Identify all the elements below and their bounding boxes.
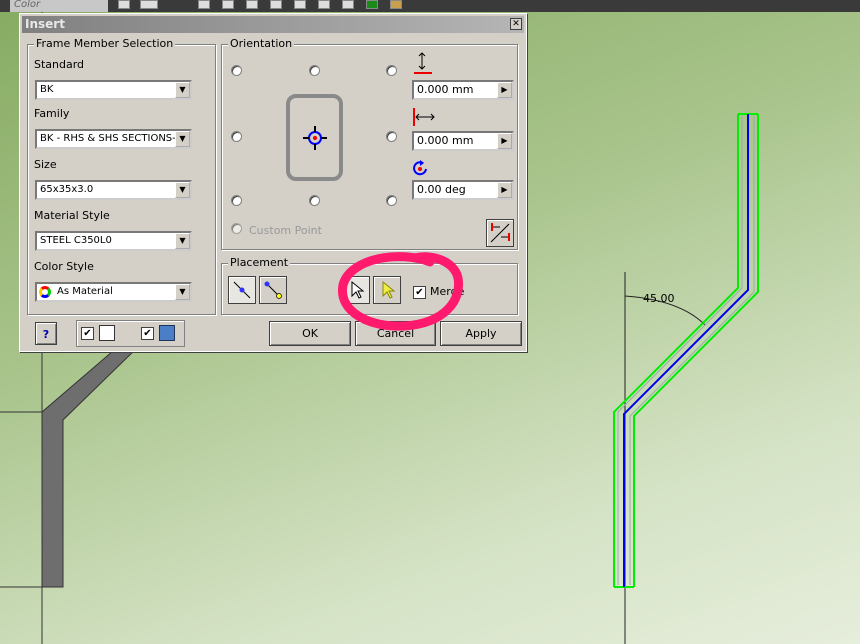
custom-point-radio[interactable] [231,223,242,234]
dialog-title-bar[interactable]: Insert ✕ [22,16,524,33]
arrow-right-icon[interactable]: ▶ [497,133,512,149]
point-radio-top-center[interactable] [309,65,320,76]
chevron-down-icon[interactable]: ▼ [175,182,190,198]
family-value: BK - RHS & SHS SECTIONS-S [40,133,183,144]
horizontal-offset-icon [413,108,435,126]
size-select[interactable]: 65x35x3.0 ▼ [35,180,192,200]
option-checkbox-1[interactable]: ✔ [81,327,94,340]
color-style-select[interactable]: As Material ▼ [35,282,192,302]
vertical-offset-input[interactable]: 0.000 mm ▶ [412,80,514,100]
material-label: Material Style [34,209,110,222]
group-label: Placement [228,256,291,269]
apply-button[interactable]: Apply [440,321,522,346]
chevron-down-icon[interactable]: ▼ [175,233,190,249]
color-style-label: Color Style [34,260,94,273]
standard-label: Standard [34,58,85,71]
orientation-group: Orientation Custom Point 0.000 mm ▶ 0.000… [221,37,518,250]
insert-dialog: Insert ✕ Frame Member Selection Standard … [19,13,527,352]
frame-member-selection-group: Frame Member Selection Standard BK ▼ Fami… [27,37,216,315]
point-radio-bottom-left[interactable] [231,195,242,206]
vertical-offset-value: 0.000 mm [417,83,474,96]
point-radio-middle-left[interactable] [231,131,242,142]
size-label: Size [34,158,57,171]
material-value: STEEL C350L0 [40,235,112,246]
close-button[interactable]: ✕ [510,18,522,30]
help-icon: ? [42,328,50,341]
frame-member-preview [613,113,759,588]
standard-value: BK [40,84,54,95]
chevron-down-icon[interactable]: ▼ [175,131,190,147]
line-placement-icon [233,281,251,299]
standard-select[interactable]: BK ▼ [35,80,192,100]
chevron-down-icon[interactable]: ▼ [175,284,190,300]
ok-button[interactable]: OK [269,321,351,346]
cursor-yellow-icon [382,280,396,299]
cancel-button[interactable]: Cancel [355,321,436,346]
placement-line-button[interactable] [228,276,256,304]
point-placement-icon [264,281,282,299]
point-radio-bottom-right[interactable] [386,195,397,206]
point-radio-middle-right[interactable] [386,131,397,142]
size-value: 65x35x3.0 [40,184,94,195]
properties-icon [99,325,115,341]
angle-dimension-text: 45.00 [643,292,675,305]
color-wheel-icon [39,286,51,298]
material-select[interactable]: STEEL C350L0 ▼ [35,231,192,251]
arrow-right-icon[interactable]: ▶ [497,182,512,198]
frame-member-gray [41,344,142,588]
cursor-icon [351,280,365,299]
option-checkbox-2[interactable]: ✔ [141,327,154,340]
rotate-icon [413,160,427,176]
select-button[interactable] [342,276,370,304]
horizontal-offset-value: 0.000 mm [417,134,474,147]
merge-label: Merge [430,285,465,298]
options-group: ✔ ✔ [76,320,185,347]
family-select[interactable]: BK - RHS & SHS SECTIONS-S ▼ [35,129,192,149]
point-radio-top-right[interactable] [386,65,397,76]
center-point-icon[interactable] [302,125,328,151]
chevron-down-icon[interactable]: ▼ [175,82,190,98]
help-button[interactable]: ? [35,322,57,345]
mirror-icon [490,223,510,243]
merge-checkbox[interactable]: ✔ [413,286,426,299]
dialog-title: Insert [25,17,65,31]
group-label: Orientation [228,37,295,50]
group-label: Frame Member Selection [34,37,176,50]
mirror-button[interactable] [486,219,514,247]
rotation-value: 0.00 deg [417,183,466,196]
point-radio-top-left[interactable] [231,65,242,76]
family-label: Family [34,107,70,120]
arrow-right-icon[interactable]: ▶ [497,82,512,98]
placement-points-button[interactable] [259,276,287,304]
frame-generator-icon [159,325,175,341]
point-radio-bottom-center[interactable] [309,195,320,206]
select-yellow-button[interactable] [373,276,401,304]
custom-point-label: Custom Point [249,224,322,237]
vertical-offset-icon [414,52,432,74]
rotation-input[interactable]: 0.00 deg ▶ [412,180,514,200]
placement-group: Placement ✔ Merge [221,256,518,315]
horizontal-offset-input[interactable]: 0.000 mm ▶ [412,131,514,151]
color-style-value: As Material [57,286,113,297]
